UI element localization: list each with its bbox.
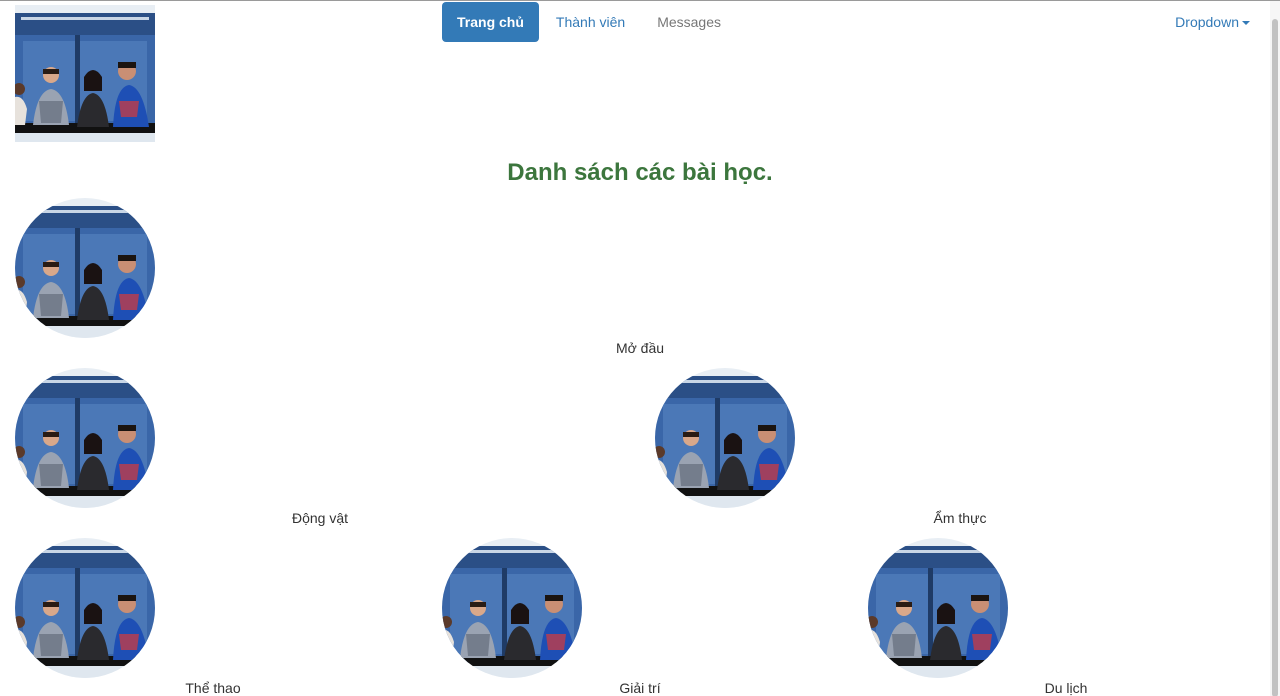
page-title: Danh sách các bài học. (507, 159, 773, 186)
lesson-photo (15, 198, 155, 338)
lesson-label[interactable]: Du lịch (966, 680, 1166, 696)
main-nav: Trang chủ Thành viên Messages (442, 2, 736, 42)
nav-dropdown[interactable]: Dropdown (1175, 2, 1250, 42)
lesson-photo (442, 538, 582, 678)
lesson-thumbnail[interactable] (868, 538, 1008, 678)
lesson-thumbnail[interactable] (442, 538, 582, 678)
nav-home[interactable]: Trang chủ (442, 2, 539, 42)
logo-image[interactable] (15, 5, 155, 142)
lesson-photo (15, 368, 155, 508)
lesson-label[interactable]: Ẩm thực (860, 510, 1060, 526)
lesson-label[interactable]: Mở đầu (540, 340, 740, 356)
dropdown-label: Dropdown (1175, 14, 1239, 30)
lesson-photo (868, 538, 1008, 678)
lesson-thumbnail[interactable] (15, 368, 155, 508)
lesson-label[interactable]: Thể thao (113, 680, 313, 696)
nav-members[interactable]: Thành viên (541, 2, 640, 42)
caret-down-icon (1242, 20, 1250, 25)
vertical-scrollbar[interactable] (1270, 1, 1280, 696)
lesson-photo (15, 538, 155, 678)
lesson-thumbnail[interactable] (655, 368, 795, 508)
scrollbar-thumb[interactable] (1272, 19, 1278, 696)
page: Trang chủ Thành viên Messages Dropdown D… (0, 0, 1280, 696)
nav-messages[interactable]: Messages (642, 2, 736, 42)
lesson-label[interactable]: Động vật (220, 510, 420, 526)
lesson-photo (655, 368, 795, 508)
logo-photo (15, 5, 155, 142)
lesson-label[interactable]: Giải trí (540, 680, 740, 696)
lesson-thumbnail[interactable] (15, 538, 155, 678)
lesson-thumbnail[interactable] (15, 198, 155, 338)
